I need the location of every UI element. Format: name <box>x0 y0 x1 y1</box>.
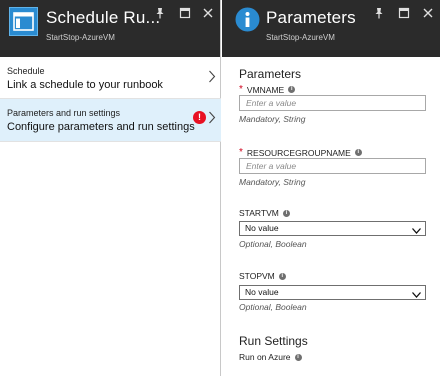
startvm-select[interactable]: No value <box>239 221 426 236</box>
maximize-icon[interactable] <box>178 6 192 20</box>
info-icon[interactable]: i <box>288 86 296 93</box>
close-icon[interactable] <box>421 6 435 20</box>
chevron-right-icon <box>208 70 216 88</box>
info-icon[interactable]: i <box>354 149 362 156</box>
divider <box>0 141 221 142</box>
startvm-label-text: STARTVM <box>239 208 279 218</box>
chevron-right-icon <box>208 111 216 129</box>
parameters-blade: Parameters StartStop-AzureVM Parameters … <box>222 0 440 376</box>
resourcegroupname-label: * RESOURCEGROUPNAME i <box>239 147 362 158</box>
blade-subtitle: StartStop-AzureVM <box>46 33 115 42</box>
close-icon[interactable] <box>201 6 215 20</box>
stopvm-label-text: STOPVM <box>239 271 275 281</box>
parameters-item-label: Parameters and run settings <box>7 108 121 118</box>
startvm-select-value: No value <box>245 223 279 233</box>
vmname-hint: Mandatory, String <box>239 114 306 124</box>
parameters-settings-item[interactable]: Parameters and run settings Configure pa… <box>0 99 221 141</box>
required-marker: * <box>239 84 243 95</box>
run-on-label-text: Run on Azure <box>239 352 291 362</box>
run-settings-title: Run Settings <box>239 334 308 348</box>
resourcegroupname-label-text: RESOURCEGROUPNAME <box>246 147 351 158</box>
stopvm-select-value: No value <box>245 287 279 297</box>
parameters-item-value: Configure parameters and run settings <box>7 121 195 133</box>
runbook-icon <box>9 7 38 36</box>
blade-subtitle: StartStop-AzureVM <box>266 33 335 42</box>
pin-icon[interactable] <box>372 6 386 20</box>
schedule-item[interactable]: Schedule Link a schedule to your runbook <box>0 57 221 98</box>
blade-title: Schedule Ru... <box>46 8 161 27</box>
blade-title: Parameters <box>266 8 356 27</box>
blade-header: Schedule Ru... StartStop-AzureVM <box>0 0 220 57</box>
startvm-hint: Optional, Boolean <box>239 239 307 249</box>
schedule-item-value: Link a schedule to your runbook <box>7 79 163 91</box>
info-icon[interactable]: i <box>294 353 302 361</box>
info-icon[interactable]: i <box>282 209 290 217</box>
chevron-down-icon <box>412 226 421 236</box>
vmname-label: * VMNAME i <box>239 84 296 95</box>
vmname-label-text: VMNAME <box>246 84 285 95</box>
run-on-label: Run on Azure i <box>239 352 302 362</box>
stopvm-select[interactable]: No value <box>239 285 426 300</box>
resourcegroupname-hint: Mandatory, String <box>239 177 306 187</box>
blade-header: Parameters StartStop-AzureVM <box>222 0 440 57</box>
required-marker: * <box>239 147 243 158</box>
stopvm-hint: Optional, Boolean <box>239 302 307 312</box>
info-circle-icon <box>235 7 260 32</box>
maximize-icon[interactable] <box>397 6 411 20</box>
pin-icon[interactable] <box>153 6 167 20</box>
info-icon[interactable]: i <box>278 272 286 280</box>
chevron-down-icon <box>412 290 421 300</box>
vmname-input[interactable] <box>239 95 426 111</box>
schedule-runbook-blade: Schedule Ru... StartStop-AzureVM Schedul… <box>0 0 221 376</box>
parameters-section-title: Parameters <box>239 67 302 81</box>
resourcegroupname-input[interactable] <box>239 158 426 174</box>
startvm-label: STARTVM i <box>239 208 290 218</box>
schedule-item-label: Schedule <box>7 66 45 76</box>
error-icon: ! <box>193 111 206 124</box>
stopvm-label: STOPVM i <box>239 271 286 281</box>
